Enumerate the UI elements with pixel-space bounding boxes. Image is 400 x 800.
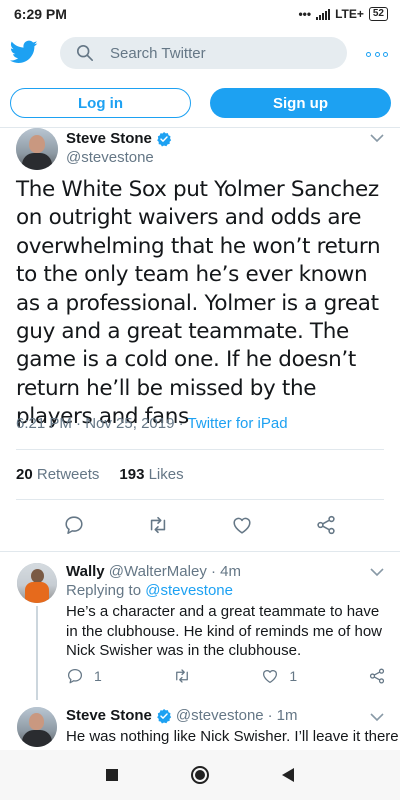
reply-text: He’s a character and a great teammate to… xyxy=(66,603,383,659)
reply-count: 1 xyxy=(94,668,102,684)
divider xyxy=(16,449,384,450)
status-indicators: ••• LTE+ 52 xyxy=(298,7,388,21)
retweet-icon xyxy=(175,669,188,683)
verified-icon xyxy=(157,131,172,146)
auth-buttons: Log in Sign up xyxy=(10,88,391,118)
avatar[interactable] xyxy=(16,128,58,170)
like-icon xyxy=(263,670,278,684)
likes-count: 193 xyxy=(119,466,145,483)
reply-actions: 1 1 xyxy=(66,667,386,685)
reply-header: Steve Stone @stevestone · 1m xyxy=(66,707,298,724)
chevron-down-icon[interactable] xyxy=(370,567,384,577)
reply-action[interactable]: 1 xyxy=(66,667,102,685)
tweet-meta: 6:21 PM · Nov 25, 2019 · Twitter for iPa… xyxy=(16,415,288,432)
status-bar: 6:29 PM ••• LTE+ 52 xyxy=(0,0,400,28)
home-icon[interactable] xyxy=(190,766,209,784)
divider xyxy=(0,127,400,128)
back-icon[interactable] xyxy=(281,768,294,782)
search-icon xyxy=(76,44,94,62)
reply-text: He was nothing like Nick Swisher. I’ll l… xyxy=(66,728,399,745)
retweet-action[interactable] xyxy=(173,667,191,685)
author-name-text: Steve Stone xyxy=(66,130,152,147)
chevron-down-icon[interactable] xyxy=(370,133,384,143)
chevron-down-icon[interactable] xyxy=(370,712,384,722)
divider xyxy=(16,499,384,500)
twitter-bird-icon[interactable] xyxy=(10,38,38,66)
reply-author-name[interactable]: Steve Stone xyxy=(66,707,152,724)
retweets-label: Retweets xyxy=(36,466,100,483)
top-bar xyxy=(0,30,400,76)
replying-to-prefix: Replying to xyxy=(66,582,142,599)
replying-to-link[interactable]: @stevestone xyxy=(145,582,233,599)
retweets-stat[interactable]: 20 Retweets xyxy=(16,466,99,483)
tweet-stats: 20 Retweets 193 Likes xyxy=(16,466,184,483)
like-count: 1 xyxy=(289,668,298,684)
share-action[interactable] xyxy=(368,667,386,685)
tweet-text: The White Sox put Yolmer Sanchez on outr… xyxy=(16,177,381,430)
reply-header: Wally @WalterMaley · 4m xyxy=(66,563,242,580)
reply-icon xyxy=(67,668,83,684)
login-button[interactable]: Log in xyxy=(10,88,191,118)
search-input[interactable] xyxy=(110,44,330,62)
system-nav-bar xyxy=(0,750,400,800)
tweet-actions xyxy=(0,514,400,536)
tweet-author-handle[interactable]: @stevestone xyxy=(66,149,154,166)
avatar[interactable] xyxy=(17,707,57,747)
tweet-date[interactable]: Nov 25, 2019 xyxy=(85,415,174,432)
share-icon[interactable] xyxy=(315,514,337,536)
reply-icon[interactable] xyxy=(63,514,85,536)
battery-icon: 52 xyxy=(368,7,388,21)
thread-line xyxy=(36,606,38,700)
retweet-icon[interactable] xyxy=(147,514,169,536)
likes-stat[interactable]: 193 Likes xyxy=(119,466,183,483)
reply-author-handle[interactable]: @WalterMaley xyxy=(109,563,207,580)
share-icon xyxy=(369,668,385,684)
divider xyxy=(0,551,400,552)
network-type: LTE+ xyxy=(335,7,364,21)
tweet-source[interactable]: Twitter for iPad xyxy=(188,415,288,432)
recent-apps-icon[interactable] xyxy=(106,769,119,781)
tweet-author-name[interactable]: Steve Stone xyxy=(66,130,172,147)
signup-button[interactable]: Sign up xyxy=(210,88,391,118)
like-action[interactable]: 1 xyxy=(261,667,297,685)
reply-author-handle[interactable]: @stevestone xyxy=(176,707,264,724)
likes-label: Likes xyxy=(148,466,184,483)
like-icon[interactable] xyxy=(231,514,253,536)
reply-age: 4m xyxy=(220,563,242,580)
status-time: 6:29 PM xyxy=(14,6,67,22)
avatar[interactable] xyxy=(17,563,57,603)
replying-to: Replying to @stevestone xyxy=(66,582,233,599)
more-notifications-icon: ••• xyxy=(298,7,312,21)
retweets-count: 20 xyxy=(16,466,33,483)
more-options-icon[interactable] xyxy=(366,44,388,64)
reply-age: 1m xyxy=(276,707,298,724)
reply-author-name[interactable]: Wally xyxy=(66,563,105,580)
tweet-time: 6:21 PM xyxy=(16,415,72,432)
signal-icon xyxy=(316,8,331,20)
verified-icon xyxy=(157,708,172,723)
search-box[interactable] xyxy=(60,37,347,69)
